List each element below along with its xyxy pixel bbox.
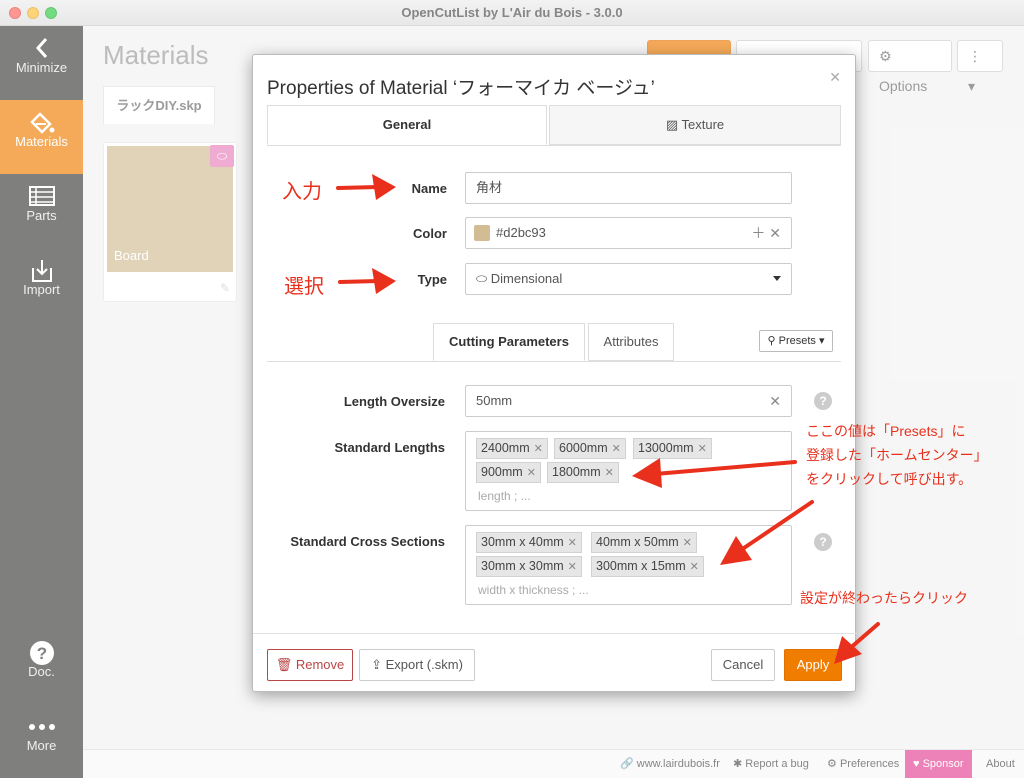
tab-cutting-parameters[interactable]: Cutting Parameters [433, 323, 585, 361]
clear-icon[interactable]: ✕ [769, 386, 781, 416]
annotation-presets-line-2: 登録した「ホームセンター」 [806, 447, 988, 463]
tab-general[interactable]: General [267, 105, 547, 145]
hatch-icon: ▨ [665, 117, 679, 132]
app-window: OpenCutList by L'Air du Bois - 3.0.0 Min… [0, 0, 1024, 778]
close-icon[interactable]: ✕ [568, 537, 577, 549]
standard-cross-sections-placeholder: width x thickness ; ... [478, 583, 589, 597]
close-icon[interactable]: ✕ [829, 69, 841, 86]
tab-attributes[interactable]: Attributes [588, 323, 674, 361]
type-label: Type [417, 272, 447, 287]
tag[interactable]: 30mm x 30mm ✕ [476, 556, 582, 577]
name-label: Name [411, 181, 447, 196]
material-properties-dialog: Properties of Material ‘フォーマイカ ベージュ’ ✕ G… [252, 54, 857, 692]
color-swatch [474, 225, 490, 241]
tag[interactable]: 2400mm ✕ [476, 438, 548, 459]
cancel-button[interactable]: Cancel [711, 649, 775, 681]
presets-icon: ⚲ [767, 335, 776, 347]
tag[interactable]: 900mm ✕ [476, 462, 541, 483]
annotation-presets-line-1: ここの値は「Presets」に [806, 423, 966, 439]
tag[interactable]: 1800mm ✕ [547, 462, 619, 483]
help-icon[interactable]: ? [814, 533, 832, 551]
name-input[interactable]: 角材 [465, 172, 792, 204]
tab-texture[interactable]: ▨ Texture [549, 105, 841, 145]
standard-cross-sections-label: Standard Cross Sections [290, 534, 445, 549]
annotation-apply: 設定が終わったらクリック [800, 590, 968, 606]
annotation-select: 選択 [284, 276, 324, 298]
tag[interactable]: 40mm x 50mm ✕ [591, 532, 697, 553]
trash-icon: 🗑 [275, 657, 293, 672]
standard-lengths-label: Standard Lengths [334, 440, 445, 455]
add-clear-icon[interactable]: ＋ ✕ [751, 218, 781, 248]
annotation-presets-line-3: をクリックして呼び出す。 [806, 471, 973, 487]
standard-lengths-input[interactable]: 2400mm ✕ 6000mm ✕ 13000mm ✕ 900mm ✕ 1800mm ✕ … [465, 431, 792, 511]
export-icon: ⇪ [371, 657, 382, 672]
close-icon[interactable]: ✕ [612, 443, 621, 455]
chevron-down-icon [773, 276, 781, 281]
tag[interactable]: 13000mm ✕ [633, 438, 712, 459]
help-icon[interactable]: ? [814, 392, 832, 410]
export-button[interactable]: ⇪ Export (.skm) [359, 649, 475, 681]
tag[interactable]: 300mm x 15mm ✕ [591, 556, 704, 577]
close-icon[interactable]: ✕ [698, 443, 707, 455]
type-select[interactable]: ⬭ Dimensional [465, 263, 792, 295]
close-icon[interactable]: ✕ [690, 561, 699, 573]
apply-button[interactable]: Apply [784, 649, 842, 681]
length-oversize-input[interactable]: 50mm ✕ [465, 385, 792, 417]
dimensional-icon: ⬭ [476, 271, 488, 286]
close-icon[interactable]: ✕ [527, 467, 536, 479]
remove-button[interactable]: 🗑 Remove [267, 649, 353, 681]
close-icon[interactable]: ✕ [683, 537, 692, 549]
close-icon[interactable]: ✕ [534, 443, 543, 455]
color-input[interactable]: #d2bc93 ＋ ✕ [465, 217, 792, 249]
tab-divider [267, 145, 841, 146]
tag[interactable]: 30mm x 40mm ✕ [476, 532, 582, 553]
presets-button[interactable]: ⚲ Presets ▾ [759, 330, 833, 352]
dialog-title: Properties of Material ‘フォーマイカ ベージュ’ [267, 78, 655, 99]
annotation-input: 入力 [282, 181, 322, 203]
standard-lengths-placeholder: length ; ... [478, 489, 531, 503]
close-icon[interactable]: ✕ [568, 561, 577, 573]
tag[interactable]: 6000mm ✕ [554, 438, 626, 459]
close-icon[interactable]: ✕ [605, 467, 614, 479]
dialog-footer-divider [253, 633, 857, 634]
subtab-divider [267, 361, 841, 362]
standard-cross-sections-input[interactable]: 30mm x 40mm ✕ 40mm x 50mm ✕ 30mm x 30mm ✕ 3… [465, 525, 792, 605]
length-oversize-label: Length Oversize [343, 394, 445, 409]
color-label: Color [413, 226, 447, 241]
